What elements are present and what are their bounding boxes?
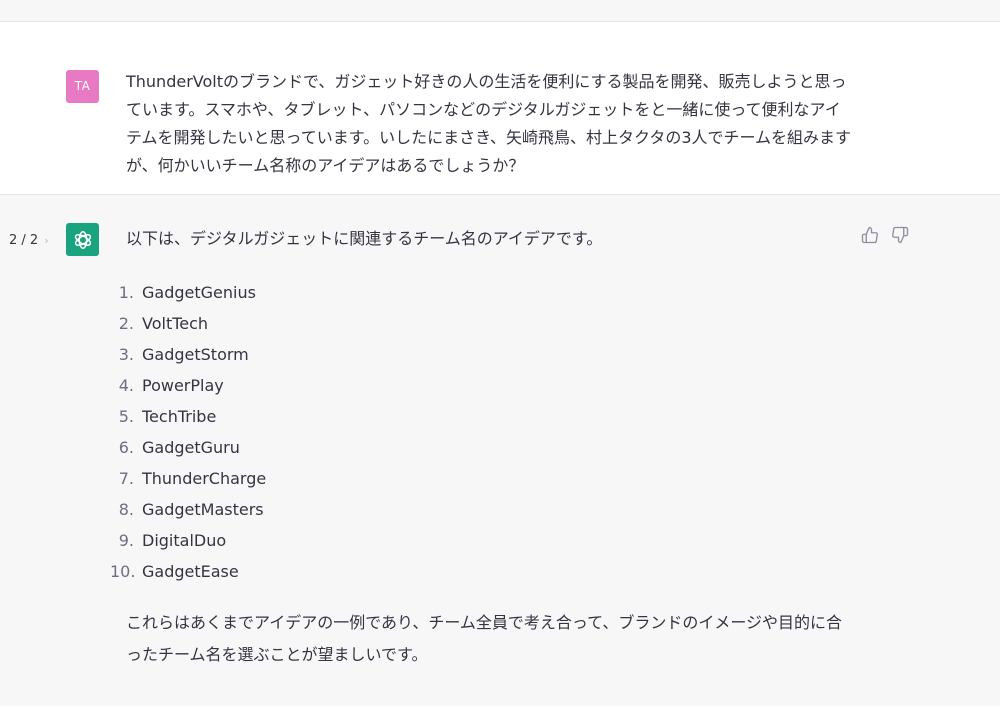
list-item-number: 2.	[118, 314, 134, 333]
user-message-text: ThunderVoltのブランドで、ガジェット好きの人の生活を便利にする製品を開…	[126, 72, 852, 175]
list-item: 8. GadgetMasters	[110, 494, 266, 525]
list-item: 9. DigitalDuo	[110, 525, 266, 556]
feedback-buttons	[860, 225, 910, 245]
assistant-closing-text: これらはあくまでアイデアの一例であり、チーム全員で考え合って、ブランドのイメージ…	[126, 613, 843, 664]
list-item-number: 1.	[118, 283, 134, 302]
top-strip	[0, 0, 1000, 22]
list-item-name: TechTribe	[142, 407, 217, 426]
list-item-number: 4.	[118, 376, 134, 395]
thumbs-down-icon[interactable]	[890, 225, 910, 245]
assistant-message-block: 2 / 2 › 以下は、デジタルガジェットに関連するチーム名のアイデアです。 1…	[0, 195, 1000, 706]
list-item-name: GadgetMasters	[142, 500, 264, 519]
assistant-intro-text: 以下は、デジタルガジェットに関連するチーム名のアイデアです。	[126, 229, 603, 248]
list-item-number: 9.	[118, 531, 134, 550]
team-name-list: 1. GadgetGenius 2. VoltTech 3. GadgetStorm …	[110, 277, 266, 587]
list-item: 6. GadgetGuru	[110, 432, 266, 463]
list-item-number: 10.	[110, 562, 136, 581]
list-item-name: DigitalDuo	[142, 531, 227, 550]
list-item-name: PowerPlay	[142, 376, 224, 395]
list-item-name: GadgetStorm	[142, 345, 249, 364]
list-item: 4. PowerPlay	[110, 370, 266, 401]
list-item: 5. TechTribe	[110, 401, 266, 432]
list-item-name: GadgetGenius	[142, 283, 256, 302]
list-item-name: GadgetGuru	[142, 438, 240, 457]
list-item-number: 7.	[118, 469, 134, 488]
list-item: 10. GadgetEase	[110, 556, 266, 587]
list-item-number: 3.	[118, 345, 134, 364]
list-item-name: GadgetEase	[142, 562, 239, 581]
list-item: 3. GadgetStorm	[110, 339, 266, 370]
openai-logo-icon	[66, 223, 99, 256]
list-item-number: 5.	[118, 407, 134, 426]
user-message-block: TA ThunderVoltのブランドで、ガジェット好きの人の生活を便利にする製…	[0, 22, 1000, 195]
list-item-number: 6.	[118, 438, 134, 457]
chevron-right-icon[interactable]: ›	[44, 234, 48, 247]
list-item-name: ThunderCharge	[142, 469, 267, 488]
list-item-name: VoltTech	[142, 314, 209, 333]
list-item: 2. VoltTech	[110, 308, 266, 339]
list-item: 7. ThunderCharge	[110, 463, 266, 494]
list-item-number: 8.	[118, 500, 134, 519]
response-pager: 2 / 2 ›	[9, 233, 49, 248]
user-avatar: TA	[66, 70, 99, 103]
pager-count: 2 / 2	[9, 233, 39, 248]
thumbs-up-icon[interactable]	[860, 225, 880, 245]
list-item: 1. GadgetGenius	[110, 277, 266, 308]
